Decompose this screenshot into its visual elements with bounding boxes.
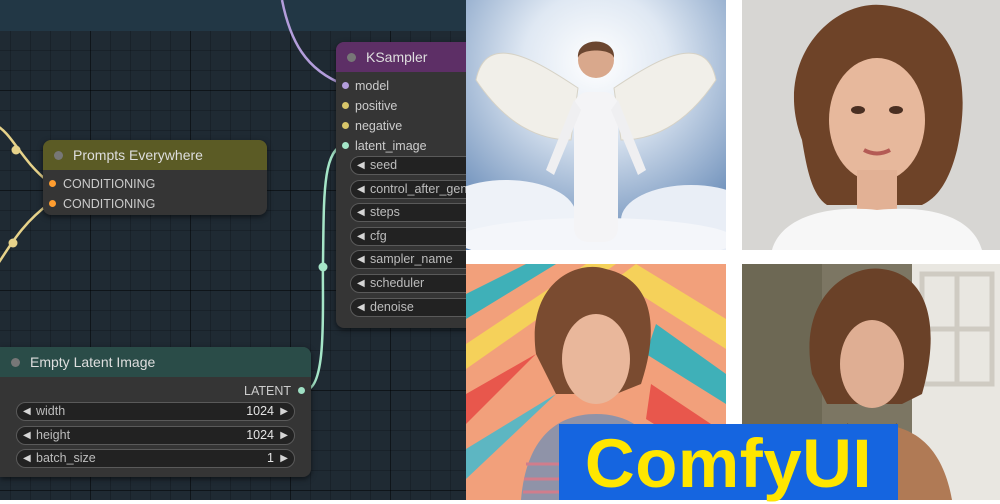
ksampler-node[interactable]: KSampler model positive negative latent_…	[336, 42, 466, 328]
seed-label: seed	[370, 158, 398, 172]
collapse-dot-icon[interactable]	[347, 53, 356, 62]
sampler-name-widget[interactable]: ◀ sampler_name	[350, 250, 466, 269]
width-widget[interactable]: ◀ width 1024 ▶	[16, 402, 295, 421]
angel-image	[466, 0, 726, 250]
denoise-widget[interactable]: ◀ denoise	[350, 298, 466, 317]
model-input-label: model	[355, 79, 390, 93]
conditioning-input-dot-icon[interactable]	[49, 200, 56, 207]
decrement-arrow-icon[interactable]: ◀	[357, 299, 365, 316]
model-input-dot-icon[interactable]	[342, 82, 349, 89]
steps-label: steps	[370, 205, 400, 219]
cfg-widget[interactable]: ◀ cfg	[350, 227, 466, 246]
width-value: 1024	[246, 404, 274, 418]
decrement-arrow-icon[interactable]: ◀	[357, 251, 365, 268]
seed-widget[interactable]: ◀ seed	[350, 156, 466, 175]
conditioning-wire-1-reroute	[11, 145, 21, 155]
empty-latent-image-title: Empty Latent Image	[30, 354, 156, 370]
positive-input-dot-icon[interactable]	[342, 102, 349, 109]
node-graph-canvas[interactable]: KSampler model positive negative latent_…	[0, 0, 466, 500]
conditioning-input-label: CONDITIONING	[63, 177, 156, 191]
collapse-dot-icon[interactable]	[54, 151, 63, 160]
increment-arrow-icon[interactable]: ▶	[280, 427, 288, 444]
latent-wire-reroute	[318, 262, 328, 272]
increment-arrow-icon[interactable]: ▶	[280, 403, 288, 420]
height-widget[interactable]: ◀ height 1024 ▶	[16, 426, 295, 445]
steps-widget[interactable]: ◀ steps	[350, 203, 466, 222]
prompts-everywhere-node[interactable]: Prompts Everywhere CONDITIONING CONDITIO…	[43, 140, 267, 215]
sampler-name-label: sampler_name	[370, 252, 453, 266]
decrement-arrow-icon[interactable]: ◀	[357, 157, 365, 174]
height-label: height	[36, 428, 71, 442]
collapse-dot-icon[interactable]	[11, 358, 20, 367]
empty-latent-image-node[interactable]: Empty Latent Image LATENT ◀ width 1024 ▶…	[0, 347, 311, 477]
width-label: width	[36, 404, 66, 418]
cfg-label: cfg	[370, 229, 387, 243]
scheduler-label: scheduler	[370, 276, 425, 290]
latent-image-input-label: latent_image	[355, 139, 427, 153]
scheduler-widget[interactable]: ◀ scheduler	[350, 274, 466, 293]
decrement-arrow-icon[interactable]: ◀	[357, 204, 365, 221]
decrement-arrow-icon[interactable]: ◀	[357, 275, 365, 292]
height-value: 1024	[246, 428, 274, 442]
batch-size-widget[interactable]: ◀ batch_size 1 ▶	[16, 449, 295, 468]
decrement-arrow-icon[interactable]: ◀	[23, 427, 31, 444]
ksampler-title-bar[interactable]: KSampler	[336, 42, 466, 72]
decrement-arrow-icon[interactable]: ◀	[23, 403, 31, 420]
ksampler-title: KSampler	[366, 49, 428, 65]
denoise-label: denoise	[370, 300, 414, 314]
latent-output-label: LATENT	[244, 384, 291, 398]
control-after-generate-widget[interactable]: ◀ control_after_generate	[350, 180, 466, 199]
prompts-everywhere-title-bar[interactable]: Prompts Everywhere	[43, 140, 267, 170]
conditioning-input-dot-icon[interactable]	[49, 180, 56, 187]
negative-input-dot-icon[interactable]	[342, 122, 349, 129]
decrement-arrow-icon[interactable]: ◀	[357, 228, 365, 245]
empty-latent-image-title-bar[interactable]: Empty Latent Image	[0, 347, 311, 377]
portrait-white-shirt-image	[742, 0, 1000, 250]
prompts-everywhere-title: Prompts Everywhere	[73, 147, 203, 163]
latent-output-dot-icon[interactable]	[298, 387, 305, 394]
increment-arrow-icon[interactable]: ▶	[280, 450, 288, 467]
comfyui-banner: ComfyUI	[559, 424, 898, 502]
latent-image-input-dot-icon[interactable]	[342, 142, 349, 149]
conditioning-input-label: CONDITIONING	[63, 197, 156, 211]
conditioning-wire-2-reroute	[8, 238, 18, 248]
conditioning-wire-2	[0, 201, 51, 263]
batch-size-value: 1	[267, 451, 274, 465]
batch-size-label: batch_size	[36, 451, 96, 465]
negative-input-label: negative	[355, 119, 403, 133]
decrement-arrow-icon[interactable]: ◀	[23, 450, 31, 467]
positive-input-label: positive	[355, 99, 398, 113]
decrement-arrow-icon[interactable]: ◀	[357, 181, 365, 198]
control-after-generate-label: control_after_generate	[370, 182, 466, 196]
